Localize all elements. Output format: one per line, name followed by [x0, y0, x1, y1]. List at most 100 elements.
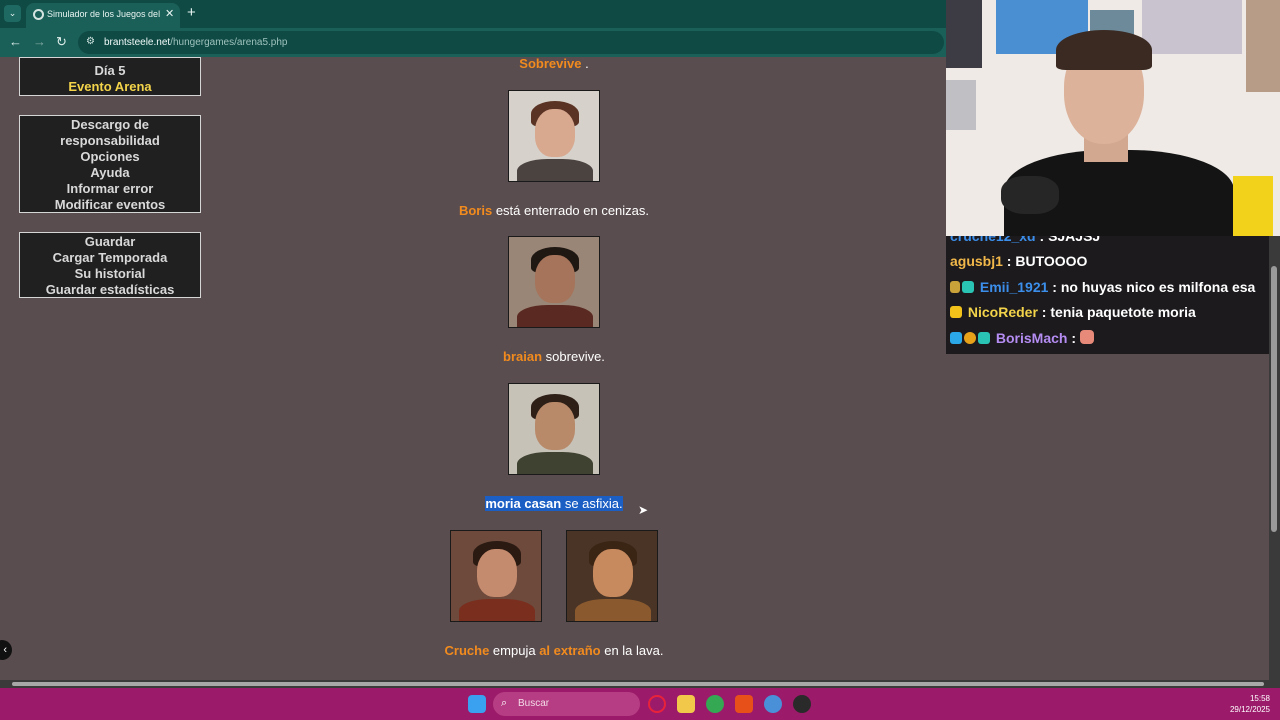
chrome-icon[interactable]: [706, 695, 724, 713]
url-text: brantsteele.net/hungergames/arena5.php: [104, 37, 287, 48]
tribute-portrait: [508, 90, 600, 182]
event-text: Cruche empuja al extraño en la lava.: [270, 643, 838, 658]
event-description: .: [581, 56, 589, 71]
taskbar-search[interactable]: ⌕ Buscar: [493, 692, 640, 716]
address-bar[interactable]: ⚙ brantsteele.net/hungergames/arena5.php: [78, 31, 944, 54]
event-description: empuja: [489, 643, 540, 658]
site-info-icon[interactable]: ⚙: [86, 36, 95, 47]
history-link[interactable]: Su historial: [20, 266, 200, 282]
windows-taskbar: ⌕ Buscar 15:58 29/12/2025: [0, 688, 1280, 720]
scrollbar-thumb[interactable]: [12, 682, 1264, 686]
emote-icon: [1079, 330, 1094, 344]
clock-time: 15:58: [1249, 694, 1270, 703]
forward-arrow-icon[interactable]: →: [33, 34, 46, 49]
crown-badge-icon: [950, 281, 960, 293]
wall-poster: [946, 0, 982, 68]
chat-username: agusbj1: [950, 253, 1003, 269]
chat-message: NicoReder : tenia paquetote moria: [950, 304, 1196, 320]
event-text: Boris está enterrado en cenizas.: [270, 203, 838, 218]
tribute-portrait: [508, 236, 600, 328]
event-description: sobrevive.: [542, 349, 605, 364]
info-links-box: Descargo de responsabilidad Opciones Ayu…: [19, 115, 201, 213]
help-link[interactable]: Ayuda: [20, 165, 200, 181]
bits-badge-icon: [964, 332, 976, 344]
mouse-cursor-icon: ➤: [638, 503, 649, 517]
tribute-name: al extraño: [539, 643, 601, 658]
chat-message: cruche12_xd : SJAJSJ: [950, 236, 1100, 244]
vertical-scrollbar[interactable]: [1269, 236, 1280, 680]
tab-title: Simulador de los Juegos del Ha: [47, 9, 160, 19]
ccleaner-icon[interactable]: [764, 695, 782, 713]
crown-badge-icon: [950, 306, 962, 318]
chat-text: no huyas nico es milfona esa: [1060, 279, 1256, 295]
back-arrow-icon[interactable]: ←: [9, 34, 22, 49]
options-link[interactable]: Opciones: [20, 149, 200, 165]
search-icon: ⌕: [501, 697, 508, 709]
horizontal-scrollbar[interactable]: [0, 680, 1280, 688]
new-tab-plus-icon[interactable]: +: [187, 4, 196, 21]
system-clock[interactable]: 15:58 29/12/2025: [1230, 693, 1270, 715]
actions-box: Guardar Cargar Temporada Su historial Gu…: [19, 232, 201, 298]
scrollbar-thumb[interactable]: [1271, 266, 1277, 532]
save-stats-link[interactable]: Guardar estadísticas: [20, 282, 200, 298]
save-link[interactable]: Guardar: [20, 234, 200, 250]
url-path: /hungergames/arena5.php: [170, 37, 288, 48]
chat-username: BorisMach: [995, 330, 1068, 346]
selected-event-text: moria casan se asfixia.: [485, 496, 623, 511]
disclaimer-link[interactable]: Descargo de responsabilidad: [20, 117, 200, 149]
microphone-icon: [1001, 176, 1059, 214]
modify-events-link[interactable]: Modificar eventos: [20, 197, 200, 213]
browser-toolbar: ← → ↻ ⚙ brantsteele.net/hungergames/aren…: [0, 28, 946, 57]
chat-username: cruche12_xd: [950, 236, 1036, 244]
site-favicon-icon: [33, 9, 44, 20]
tribute-portrait: [566, 530, 658, 622]
brave-icon[interactable]: [735, 695, 753, 713]
chat-text: tenia paquetote moria: [1050, 304, 1196, 320]
tribute-name: Boris: [458, 203, 493, 218]
close-tab-icon[interactable]: ✕: [165, 7, 174, 20]
browser-tab-bar: ⌄ Simulador de los Juegos del Ha ✕ +: [0, 0, 946, 28]
subscriber-badge-icon: [962, 281, 974, 293]
collapse-sidebar-chevron-icon[interactable]: ‹: [0, 640, 12, 660]
search-label: Buscar: [518, 698, 550, 709]
yellow-bag: [1233, 176, 1273, 236]
gift-badge-icon: [950, 332, 962, 344]
tribute-name: Cruche: [444, 643, 490, 658]
opera-icon[interactable]: [648, 695, 666, 713]
chat-text: BUTOOOO: [1015, 253, 1088, 269]
day-label: Día 5: [94, 63, 126, 78]
tribute-name: braian: [503, 349, 543, 364]
subscriber-badge-icon: [978, 332, 990, 344]
tribute-name: moria casan: [485, 496, 562, 511]
chat-message: agusbj1 : BUTOOOO: [950, 253, 1088, 269]
clock-date: 29/12/2025: [1229, 705, 1270, 714]
event-description: se asfixia.: [561, 496, 623, 511]
event-text: moria casan se asfixia.: [270, 496, 838, 511]
obs-icon[interactable]: [793, 695, 811, 713]
file-explorer-icon[interactable]: [677, 695, 695, 713]
url-domain: brantsteele.net: [104, 37, 171, 48]
tribute-portrait: [450, 530, 542, 622]
event-text: braian sobrevive.: [270, 349, 838, 364]
event-description: está enterrado en cenizas.: [492, 203, 650, 218]
tab-search-chevron-icon[interactable]: ⌄: [4, 5, 21, 22]
event-text: Sobrevive .: [270, 56, 838, 71]
chat-username: Emii_1921: [979, 279, 1049, 295]
active-tab[interactable]: Simulador de los Juegos del Ha ✕: [26, 3, 180, 28]
windows-start-icon[interactable]: [468, 695, 486, 713]
chat-username: NicoReder: [967, 304, 1038, 320]
webcam-overlay: [946, 0, 1280, 236]
event-label: Evento Arena: [68, 79, 152, 94]
reload-icon[interactable]: ↻: [56, 34, 67, 50]
chat-text: SJAJSJ: [1048, 236, 1101, 244]
event-description: en la lava.: [600, 643, 664, 658]
report-error-link[interactable]: Informar error: [20, 181, 200, 197]
day-box: Día 5 Evento Arena: [19, 57, 201, 96]
stream-chat: cruche12_xd : SJAJSJ agusbj1 : BUTOOOO E…: [946, 236, 1280, 354]
load-season-link[interactable]: Cargar Temporada: [20, 250, 200, 266]
tribute-portrait: [508, 383, 600, 475]
wall-poster: [946, 80, 976, 130]
wall-poster: [1246, 0, 1280, 92]
wall-poster: [1142, 0, 1242, 54]
chat-message: BorisMach :: [950, 330, 1096, 346]
